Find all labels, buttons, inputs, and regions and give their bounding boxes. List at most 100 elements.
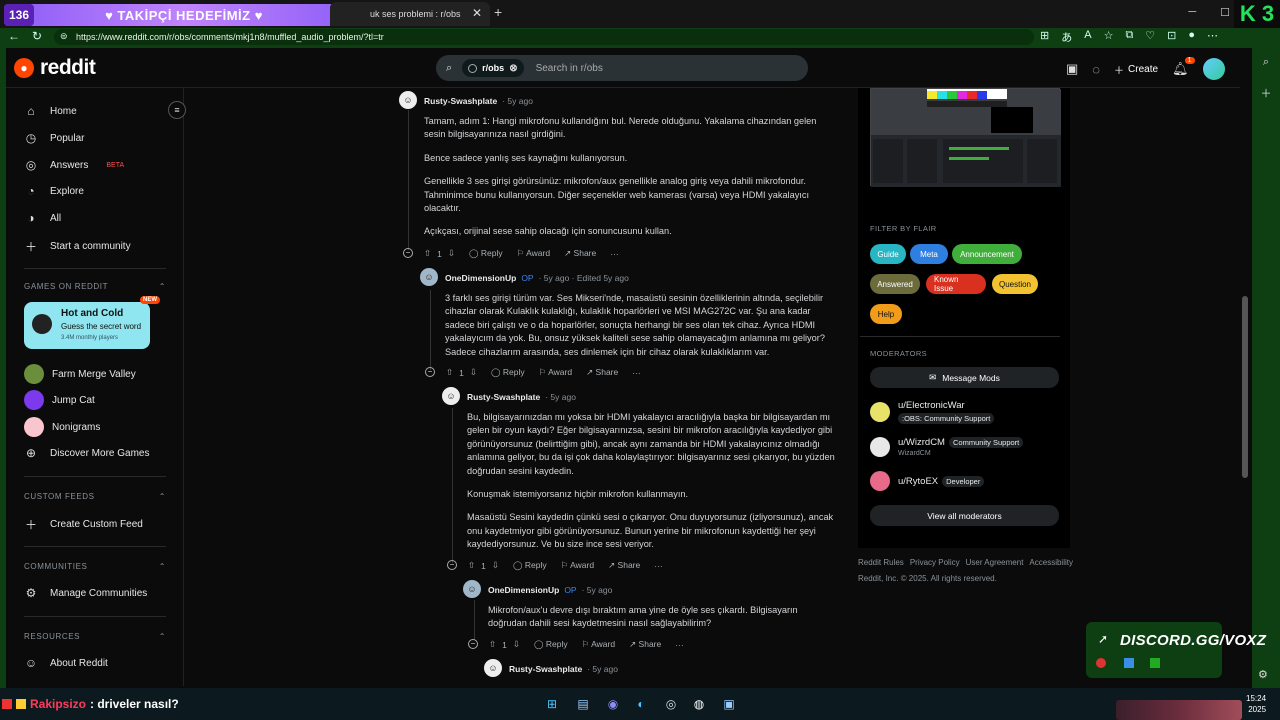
- moderator-name[interactable]: u/ElectronicWar: [898, 400, 994, 411]
- downvote-icon[interactable]: ⇩: [470, 367, 477, 378]
- upvote-icon[interactable]: ⇧: [446, 367, 453, 378]
- upvote-icon[interactable]: ⇧: [468, 560, 475, 571]
- sidebar-item-explore[interactable]: ◔ Explore: [24, 184, 84, 198]
- moderator-row[interactable]: u/RytoEX Developer: [870, 471, 985, 491]
- translate-icon[interactable]: あ: [1061, 29, 1072, 45]
- sidebar-game-nonigrams[interactable]: Nonigrams: [24, 417, 100, 437]
- collapse-icon[interactable]: −: [425, 367, 435, 377]
- downvote-icon[interactable]: ⇩: [492, 560, 499, 571]
- award-button[interactable]: ⚐ Award: [561, 560, 594, 571]
- footer-link[interactable]: Reddit Rules: [858, 558, 904, 567]
- reply-button[interactable]: ◯ Reply: [513, 560, 547, 571]
- moderator-row[interactable]: u/ElectronicWar :OBS: Community Support: [870, 400, 995, 424]
- favorite-star-icon[interactable]: ☆: [1104, 29, 1114, 45]
- back-icon[interactable]: ←: [8, 29, 20, 43]
- username[interactable]: Rusty-Swashplate: [467, 392, 540, 402]
- new-tab-icon[interactable]: +: [494, 4, 502, 20]
- sidebar-item-home[interactable]: ⌂ Home: [24, 104, 76, 118]
- share-button[interactable]: ↗ Share: [586, 367, 618, 378]
- resources-section-header[interactable]: RESOURCES ⌃: [24, 632, 166, 641]
- flair-meta[interactable]: Meta: [910, 244, 948, 264]
- sidebar-item-all[interactable]: ◑ All: [24, 211, 61, 225]
- more-options-button[interactable]: ···: [675, 640, 684, 650]
- windows-start-icon[interactable]: ⊞: [543, 695, 561, 713]
- username[interactable]: OneDimensionUp: [488, 585, 559, 595]
- user-avatar[interactable]: ☺: [463, 580, 481, 598]
- read-aloud-icon[interactable]: A: [1084, 29, 1091, 45]
- moderator-name[interactable]: u/RytoEX: [898, 476, 938, 487]
- username[interactable]: Rusty-Swashplate: [424, 96, 497, 106]
- user-avatar[interactable]: [1202, 58, 1225, 80]
- apps-icon[interactable]: ⊞: [1040, 29, 1049, 45]
- games-section-header[interactable]: GAMES ON REDDIT ⌃: [24, 282, 166, 291]
- more-options-button[interactable]: ···: [654, 561, 663, 571]
- advertise-icon[interactable]: ▣: [1066, 61, 1078, 77]
- footer-link[interactable]: Accessibility: [1029, 558, 1073, 567]
- search-bar[interactable]: ⌕ r/obs ⊗ Search in r/obs: [436, 55, 808, 81]
- upvote-icon[interactable]: ⇧: [424, 248, 431, 259]
- downvote-icon[interactable]: ⇩: [513, 639, 520, 650]
- scrollbar-thumb[interactable]: [1242, 296, 1248, 478]
- reddit-logo-icon[interactable]: ●: [14, 58, 34, 78]
- promo-card-hot-and-cold[interactable]: Hot and Cold Guess the secret word 3.4M …: [24, 302, 150, 349]
- upvote-icon[interactable]: ⇧: [489, 639, 496, 650]
- obs-icon[interactable]: ◎: [662, 695, 680, 713]
- collapse-icon[interactable]: −: [447, 560, 457, 570]
- share-button[interactable]: ↗ Share: [608, 560, 640, 571]
- create-custom-feed[interactable]: ＋ Create Custom Feed: [24, 516, 143, 533]
- collapse-icon[interactable]: −: [468, 639, 478, 649]
- reply-button[interactable]: ◯ Reply: [469, 248, 503, 259]
- share-button[interactable]: ↗ Share: [564, 248, 596, 259]
- maximize-icon[interactable]: ☐: [1220, 6, 1230, 19]
- share-button[interactable]: ↗ Share: [629, 639, 661, 650]
- manage-communities[interactable]: ⚙︎ Manage Communities: [24, 586, 148, 600]
- profile-icon[interactable]: ●: [1188, 29, 1195, 45]
- url-field[interactable]: https://www.reddit.com/r/obs/comments/mk…: [54, 29, 1034, 45]
- about-reddit[interactable]: ☺ About Reddit: [24, 656, 108, 670]
- site-info-icon[interactable]: ⊜: [60, 31, 68, 42]
- create-button[interactable]: ＋ Create: [1114, 62, 1158, 77]
- sidebar-toggle-button[interactable]: ≡: [168, 101, 186, 119]
- sidebar-item-popular[interactable]: ◷ Popular: [24, 131, 85, 145]
- reply-button[interactable]: ◯ Reply: [534, 639, 568, 650]
- username[interactable]: OneDimensionUp: [445, 273, 516, 283]
- sidebar-item-start-community[interactable]: ＋ Start a community: [24, 238, 131, 255]
- award-button[interactable]: ⚐ Award: [539, 367, 572, 378]
- discord-icon[interactable]: ◉: [604, 695, 622, 713]
- user-avatar[interactable]: ☺: [399, 91, 417, 109]
- more-options-button[interactable]: ···: [610, 249, 619, 259]
- collections-icon[interactable]: ⊡: [1167, 29, 1176, 45]
- obs-screenshot-image[interactable]: [870, 88, 1061, 187]
- username[interactable]: Rusty-Swashplate: [509, 664, 582, 674]
- sidebar-discover-games[interactable]: ⊕ Discover More Games: [24, 446, 150, 460]
- search-icon[interactable]: ⌕: [1263, 56, 1269, 69]
- sidebar-game-jump-cat[interactable]: Jump Cat: [24, 390, 95, 410]
- more-options-button[interactable]: ···: [632, 368, 641, 378]
- app-window-icon[interactable]: ▣: [720, 695, 738, 713]
- flair-help[interactable]: Help: [870, 304, 902, 324]
- message-mods-button[interactable]: ✉ Message Mods: [870, 367, 1059, 388]
- user-avatar[interactable]: ☺: [420, 268, 438, 286]
- reply-button[interactable]: ◯ Reply: [491, 367, 525, 378]
- downvote-icon[interactable]: ⇩: [448, 248, 455, 259]
- communities-section-header[interactable]: COMMUNITIES ⌃: [24, 562, 166, 571]
- add-icon[interactable]: ＋: [1261, 85, 1272, 101]
- subreddit-chip[interactable]: r/obs ⊗: [462, 59, 524, 77]
- moderator-name[interactable]: u/WizrdCM: [898, 437, 945, 448]
- collapse-icon[interactable]: −: [403, 248, 413, 258]
- user-avatar[interactable]: ☺: [484, 659, 502, 677]
- notifications-button[interactable]: 🔔︎ 1: [1172, 57, 1195, 77]
- award-button[interactable]: ⚐ Award: [582, 639, 615, 650]
- flair-announcement[interactable]: Announcement: [952, 244, 1022, 264]
- flair-known-issue[interactable]: Known Issue: [926, 274, 986, 294]
- sidebar-game-farm-merge-valley[interactable]: Farm Merge Valley: [24, 364, 136, 384]
- reddit-wordmark[interactable]: reddit: [40, 56, 96, 80]
- moderator-row[interactable]: u/WizrdCM Community Support WizardCM: [870, 437, 1024, 457]
- refresh-icon[interactable]: ↻: [32, 29, 42, 43]
- remove-chip-icon[interactable]: ⊗: [509, 63, 517, 74]
- extensions-icon[interactable]: ⧉: [1125, 29, 1133, 45]
- menu-icon[interactable]: ⋯: [1207, 29, 1218, 45]
- flair-answered[interactable]: Answered: [870, 274, 920, 294]
- footer-link[interactable]: Privacy Policy: [910, 558, 960, 567]
- settings-gear-icon[interactable]: ⚙︎: [1258, 668, 1268, 681]
